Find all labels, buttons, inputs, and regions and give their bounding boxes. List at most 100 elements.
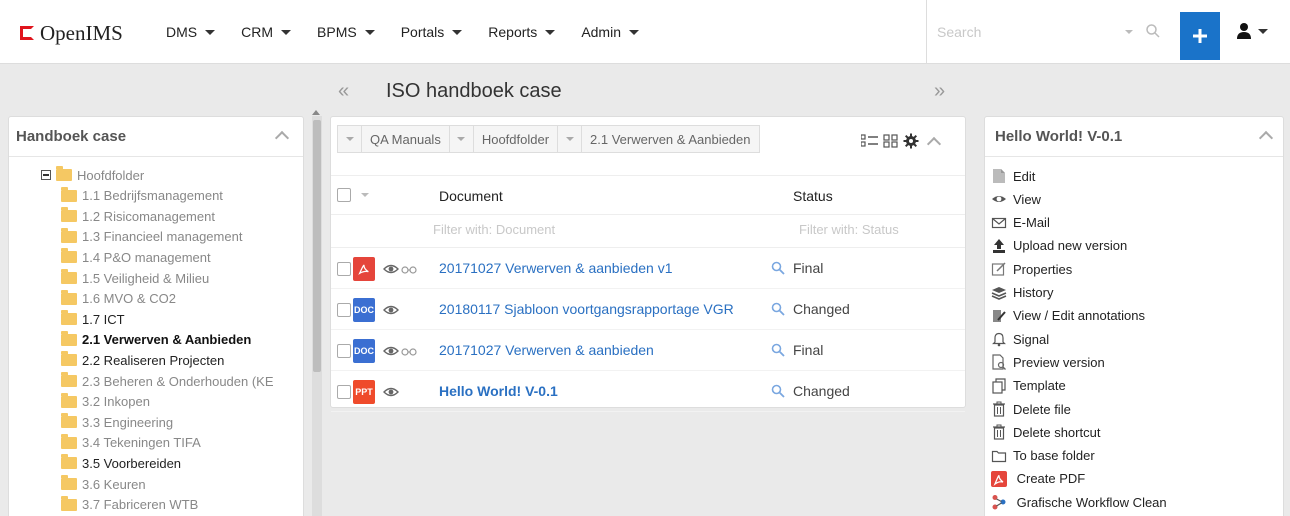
- action-e-mail[interactable]: E-Mail: [991, 212, 1050, 234]
- action-edit[interactable]: Edit: [991, 165, 1035, 187]
- tree-item[interactable]: 3.2 Inkopen: [61, 392, 150, 412]
- tree-item[interactable]: 2.3 Beheren & Onderhouden (KE: [61, 371, 274, 391]
- collapse-toggle-icon[interactable]: [41, 170, 51, 180]
- tree-item-label: 2.3 Beheren & Onderhouden (KE: [82, 373, 274, 389]
- scroll-up-arrow-icon[interactable]: [312, 110, 320, 115]
- doc-file-icon[interactable]: DOC: [353, 298, 375, 322]
- breadcrumb-item-qa-manuals[interactable]: QA Manuals: [337, 125, 450, 153]
- previous-button[interactable]: «: [338, 80, 349, 103]
- tree-item[interactable]: 3.5 Voorbereiden: [61, 453, 181, 473]
- row-checkbox[interactable]: [337, 303, 351, 317]
- tree-item[interactable]: 3.7 Fabriceren WTB: [61, 495, 198, 515]
- action-delete-shortcut[interactable]: Delete shortcut: [991, 421, 1100, 443]
- breadcrumb-caret-icon[interactable]: [450, 126, 474, 152]
- table-row[interactable]: PPT Hello World! V-0.1 Changed: [331, 372, 965, 412]
- tree-item[interactable]: 1.2 Risicomanagement: [61, 206, 215, 226]
- document-link[interactable]: 20171027 Verwerven & aanbieden: [439, 342, 654, 358]
- column-header-status[interactable]: Status: [793, 188, 833, 204]
- tree-item[interactable]: 1.4 P&O management: [61, 247, 211, 267]
- grid-view-icon[interactable]: [883, 134, 899, 148]
- column-header-document[interactable]: Document: [439, 188, 503, 204]
- user-icon: [1237, 23, 1251, 39]
- action-signal[interactable]: Signal: [991, 328, 1049, 350]
- status-cell: Final: [771, 342, 823, 358]
- select-dropdown-caret-icon[interactable]: [361, 193, 369, 197]
- tree-item[interactable]: 1.6 MVO & CO2: [61, 289, 176, 309]
- row-checkbox[interactable]: [337, 385, 351, 399]
- document-filter-input[interactable]: [433, 222, 733, 237]
- search-icon[interactable]: [771, 302, 785, 316]
- menu-bpms[interactable]: BPMS: [317, 24, 375, 40]
- status-filter-input[interactable]: [799, 222, 919, 237]
- menu-dms[interactable]: DMS: [166, 24, 216, 40]
- collapse-panel-icon[interactable]: [1258, 130, 1274, 146]
- breadcrumb-caret-icon[interactable]: [338, 126, 362, 152]
- action-template[interactable]: Template: [991, 375, 1066, 397]
- menu-portals[interactable]: Portals: [401, 24, 463, 40]
- link-icon[interactable]: [401, 263, 417, 275]
- search-input[interactable]: [937, 24, 1107, 40]
- doc-file-icon[interactable]: DOC: [353, 339, 375, 363]
- search-icon[interactable]: [771, 261, 785, 275]
- tree-item[interactable]: 2.1 Verwerven & Aanbieden: [61, 330, 251, 350]
- breadcrumb-caret-icon[interactable]: [558, 126, 583, 152]
- tree-item[interactable]: 2.2 Realiseren Projecten: [61, 350, 224, 370]
- document-link[interactable]: Hello World! V-0.1: [439, 383, 558, 399]
- eye-icon[interactable]: [383, 302, 399, 318]
- eye-icon[interactable]: [383, 343, 399, 359]
- action-view[interactable]: View: [991, 188, 1041, 210]
- table-row[interactable]: DOC 20180117 Sjabloon voortgangsrapportag…: [331, 290, 965, 330]
- scrollbar-thumb[interactable]: [313, 120, 321, 372]
- table-header: Document Status: [331, 175, 965, 215]
- breadcrumb-item-current-folder[interactable]: 2.1 Verwerven & Aanbieden: [558, 125, 760, 153]
- collapse-panel-icon[interactable]: [926, 136, 942, 152]
- add-button[interactable]: [1180, 12, 1220, 60]
- tree-scrollbar[interactable]: [312, 116, 322, 516]
- action-create-pdf[interactable]: Create PDF: [991, 468, 1085, 490]
- action-grafische-workflow-clean[interactable]: Grafische Workflow Clean: [991, 491, 1167, 513]
- menu-crm[interactable]: CRM: [241, 24, 292, 40]
- search-dropdown-caret-icon[interactable]: [1125, 30, 1133, 34]
- breadcrumb-item-hoofdfolder[interactable]: Hoofdfolder: [449, 125, 559, 153]
- row-checkbox[interactable]: [337, 262, 351, 276]
- table-row[interactable]: DOC 20171027 Verwerven & aanbieden Final: [331, 331, 965, 371]
- tree-item[interactable]: 1.1 Bedrijfsmanagement: [61, 186, 223, 206]
- next-button[interactable]: »: [934, 80, 945, 103]
- list-view-icon[interactable]: [861, 134, 879, 148]
- menu-reports[interactable]: Reports: [488, 24, 556, 40]
- tree-item[interactable]: 1.5 Veiligheid & Milieu: [61, 268, 209, 288]
- folder-icon: [61, 372, 77, 387]
- tree-item[interactable]: Hoofdfolder: [41, 165, 144, 185]
- tree-item[interactable]: 1.7 ICT: [61, 309, 125, 329]
- tree-item[interactable]: 3.3 Engineering: [61, 412, 173, 432]
- action-upload-new-version[interactable]: Upload new version: [991, 235, 1127, 257]
- user-menu-button[interactable]: [1236, 22, 1268, 40]
- ppt-file-icon[interactable]: PPT: [353, 380, 375, 404]
- action-view-edit-annotations[interactable]: View / Edit annotations: [991, 305, 1145, 327]
- openims-logo[interactable]: OpenIMS: [20, 21, 123, 45]
- collapse-panel-icon[interactable]: [274, 130, 290, 146]
- action-preview-version[interactable]: Preview version: [991, 351, 1105, 373]
- tree-item[interactable]: 1.3 Financieel management: [61, 227, 242, 247]
- gear-icon[interactable]: [903, 133, 919, 149]
- tree-item[interactable]: 3.6 Keuren: [61, 474, 146, 494]
- menu-admin[interactable]: Admin: [581, 24, 639, 40]
- action-properties[interactable]: Properties: [991, 258, 1072, 280]
- search-icon[interactable]: [771, 343, 785, 357]
- document-link[interactable]: 20180117 Sjabloon voortgangsrapportage V…: [439, 301, 734, 317]
- eye-icon[interactable]: [383, 384, 399, 400]
- search-icon[interactable]: [771, 384, 785, 398]
- tree-item[interactable]: 3.4 Tekeningen TIFA: [61, 433, 201, 453]
- row-checkbox[interactable]: [337, 344, 351, 358]
- action-to-base-folder[interactable]: To base folder: [991, 445, 1095, 467]
- caret-down-icon: [281, 29, 292, 35]
- action-delete-file[interactable]: Delete file: [991, 398, 1071, 420]
- eye-icon[interactable]: [383, 261, 399, 277]
- search-icon[interactable]: [1145, 23, 1161, 39]
- link-icon[interactable]: [401, 345, 417, 357]
- table-row[interactable]: 20171027 Verwerven & aanbieden v1 Final: [331, 249, 965, 289]
- document-link[interactable]: 20171027 Verwerven & aanbieden v1: [439, 260, 673, 276]
- action-history[interactable]: History: [991, 282, 1053, 304]
- select-all-checkbox[interactable]: [337, 188, 351, 202]
- pdf-file-icon[interactable]: [353, 257, 375, 281]
